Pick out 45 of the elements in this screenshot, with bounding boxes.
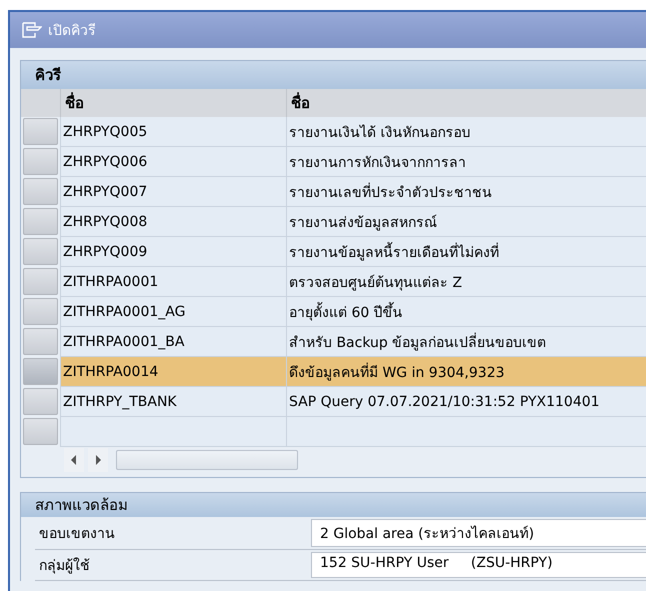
row-selector[interactable] bbox=[23, 148, 58, 175]
corner-cell bbox=[21, 89, 60, 117]
table-cell: ZHRPYQ007 bbox=[60, 177, 286, 207]
table-cell: ZHRPYQ008 bbox=[60, 207, 286, 237]
table-cell: สำหรับ Backup ข้อมูลก่อนเปลี่ยนขอบเขต bbox=[286, 327, 646, 357]
field-label: ขอบเขตงาน bbox=[38, 525, 116, 544]
table-cell: ZHRPYQ009 bbox=[60, 237, 286, 267]
open-folder-icon bbox=[22, 22, 42, 38]
column-header[interactable]: ชื่อ bbox=[60, 89, 286, 117]
scrollbar-thumb[interactable] bbox=[116, 450, 298, 470]
table-cell: ZITHRPY_TBANK bbox=[60, 387, 286, 417]
scroll-left-icon[interactable] bbox=[64, 448, 84, 472]
table-cell: ตรวจสอบศูนย์ต้นทุนแต่ละ Z bbox=[286, 267, 646, 297]
table-cell: ZITHRPA0001_AG bbox=[60, 297, 286, 327]
row-selector[interactable] bbox=[23, 208, 58, 235]
table-cell: ZITHRPA0001 bbox=[60, 267, 286, 297]
table-cell: อายุตั้งแต่ 60 ปีขึ้น bbox=[286, 297, 646, 327]
table-cell: ZITHRPA0001_BA bbox=[60, 327, 286, 357]
table-cell: รายงานเงินได้ เงินหักนอกรอบ bbox=[286, 117, 646, 147]
row-selector[interactable] bbox=[23, 238, 58, 265]
row-selector[interactable] bbox=[23, 118, 58, 145]
input-field[interactable]: 152 SU-HRPY User (ZSU-HRPY) bbox=[311, 552, 646, 578]
table-cell: รายงานการหักเงินจากการลา bbox=[286, 147, 646, 177]
table-cell: ZHRPYQ006 bbox=[60, 147, 286, 177]
column-header[interactable]: ชื่อ bbox=[286, 89, 646, 117]
field-label: กลุ่มผู้ใช้ bbox=[38, 556, 91, 576]
input-field[interactable]: 2 Global area (ระหว่างไคลเอนท์) bbox=[311, 519, 646, 547]
table-cell: SAP Query 07.07.2021/10:31:52 PYX110401 bbox=[286, 387, 646, 417]
row-selector[interactable] bbox=[23, 418, 58, 445]
table-cell: รายงานข้อมูลหนี้รายเดือนที่ไม่คงที่ bbox=[286, 237, 646, 267]
scroll-right-icon[interactable] bbox=[88, 448, 108, 472]
table-cell: ZHRPYQ005 bbox=[60, 117, 286, 147]
panel-title: คิวรี bbox=[35, 65, 61, 86]
panel-title: สภาพแวดล้อม bbox=[35, 495, 128, 516]
table-cell: รายงานส่งข้อมูลสหกรณ์ bbox=[286, 207, 646, 237]
row-selector[interactable] bbox=[23, 178, 58, 205]
table-cell: ZITHRPA0014 bbox=[60, 357, 286, 387]
table-cell: รายงานเลขที่ประจำตัวประชาชน bbox=[286, 177, 646, 207]
row-selector[interactable] bbox=[23, 358, 58, 385]
row-selector[interactable] bbox=[23, 298, 58, 325]
row-selector[interactable] bbox=[23, 388, 58, 415]
row-selector[interactable] bbox=[23, 328, 58, 355]
table-cell: ดึงข้อมูลคนที่มี WG in 9304,9323 bbox=[286, 357, 646, 387]
window-title: เปิดคิวรี bbox=[48, 22, 96, 41]
row-selector[interactable] bbox=[23, 268, 58, 295]
